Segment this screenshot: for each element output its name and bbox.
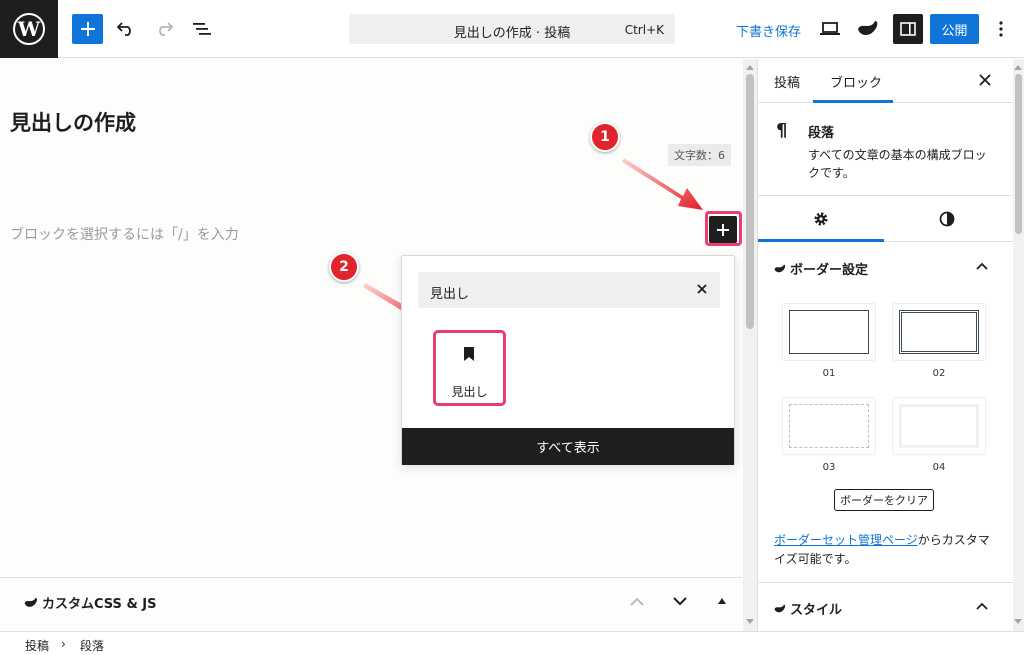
border-manage-link[interactable]: ボーダーセット管理ページ — [774, 533, 918, 547]
custom-css-js-panel: カスタムCSS & JS — [0, 577, 742, 630]
border-option-01[interactable] — [782, 303, 876, 361]
tab-post[interactable]: 投稿 — [774, 72, 800, 91]
breadcrumb-item-paragraph[interactable]: 段落 — [80, 637, 104, 654]
scroll-down-arrow-icon[interactable] — [1014, 619, 1022, 624]
border-option-04[interactable] — [892, 397, 986, 455]
close-icon — [697, 284, 707, 294]
gear-icon — [814, 212, 828, 226]
sidebar-icon — [900, 22, 916, 36]
clear-search-button[interactable] — [694, 281, 710, 301]
scroll-up-arrow-icon[interactable] — [1014, 65, 1022, 70]
chevron-down-icon — [673, 596, 687, 605]
breadcrumb-separator: › — [61, 637, 66, 651]
sidebar-tabs: 投稿 ブロック — [758, 59, 1013, 103]
quick-inserter-popover: 見出し 見出し すべて表示 — [401, 255, 735, 465]
breadcrumb-item-post[interactable]: 投稿 — [25, 637, 49, 654]
sidebar-scrollbar[interactable] — [1013, 59, 1024, 631]
close-icon — [979, 74, 991, 86]
block-description: すべての文章の基本の構成ブロックです。 — [808, 148, 987, 180]
active-tab-indicator — [813, 100, 893, 103]
tab-block[interactable]: ブロック — [830, 72, 882, 91]
save-draft-button[interactable]: 下書き保存 — [736, 21, 801, 40]
tab-styles[interactable] — [939, 211, 955, 231]
chevron-up-icon — [976, 259, 988, 274]
plugin-button[interactable] — [853, 14, 883, 44]
block-breadcrumb: 投稿 › 段落 — [0, 631, 1024, 655]
border-option-label: 03 — [822, 462, 836, 473]
style-panel-title: スタイル — [774, 599, 842, 618]
triangle-up-icon — [718, 598, 726, 604]
move-up-button[interactable] — [625, 589, 649, 613]
browse-all-button[interactable]: すべて表示 — [402, 428, 734, 465]
scroll-down-arrow-icon[interactable] — [746, 619, 754, 624]
publish-button[interactable]: 公開 — [930, 14, 979, 44]
settings-sidebar-toggle[interactable] — [893, 14, 923, 44]
border-settings-title-text: ボーダー設定 — [790, 263, 869, 278]
arrow-step1 — [622, 158, 703, 210]
move-down-button[interactable] — [668, 589, 692, 613]
block-search-input[interactable]: 見出し — [418, 272, 720, 308]
toggle-panel-button[interactable] — [710, 589, 734, 613]
style-panel-header[interactable]: スタイル — [758, 583, 1013, 631]
settings-sidebar: 投稿 ブロック ¶ 段落 すべての文章の基本の構成ブロックです。 ボーダー設定 … — [757, 59, 1013, 631]
meta-box-title[interactable]: カスタムCSS & JS — [24, 593, 157, 612]
heading-block-result[interactable]: 見出し — [433, 330, 506, 406]
sidebar-scroll-thumb[interactable] — [1015, 74, 1022, 234]
border-manage-note: ボーダーセット管理ページからカスタマイズ可能です。 — [774, 531, 999, 569]
style-panel-title-text: スタイル — [790, 603, 843, 618]
whale-logo-icon — [774, 604, 786, 612]
editor-scrollbar[interactable] — [743, 59, 757, 631]
scroll-up-arrow-icon[interactable] — [746, 65, 754, 70]
search-value: 見出し — [430, 287, 470, 302]
border-settings-title: ボーダー設定 — [774, 259, 868, 278]
result-label: 見出し — [451, 385, 488, 399]
step-badge-1: 1 — [590, 122, 620, 152]
border-option-03[interactable] — [782, 397, 876, 455]
whale-logo-icon — [774, 264, 786, 272]
clear-border-button[interactable]: ボーダーをクリア — [834, 489, 934, 511]
active-subtab-indicator — [758, 239, 884, 242]
close-sidebar-button[interactable] — [978, 71, 992, 92]
step-badge-2: 2 — [329, 252, 359, 282]
tab-settings[interactable] — [813, 211, 829, 231]
block-name: 段落 — [808, 126, 835, 141]
block-card: ¶ 段落 すべての文章の基本の構成ブロックです。 — [758, 104, 1013, 196]
whale-logo-icon — [24, 597, 37, 607]
bookmark-icon — [463, 347, 475, 365]
chevron-up-icon — [976, 599, 988, 614]
options-menu-button[interactable] — [986, 14, 1016, 44]
border-option-02[interactable] — [892, 303, 986, 361]
contrast-icon — [939, 211, 955, 227]
meta-box-title-text: カスタムCSS & JS — [42, 597, 157, 612]
border-settings-panel-header[interactable]: ボーダー設定 — [758, 243, 1013, 291]
more-vertical-icon — [999, 21, 1003, 37]
desktop-preview-icon — [820, 22, 840, 35]
border-option-label: 01 — [822, 368, 836, 379]
chevron-up-icon — [630, 597, 644, 606]
border-option-label: 04 — [932, 462, 946, 473]
block-inspector-tabs — [758, 197, 1013, 242]
border-option-label: 02 — [932, 368, 946, 379]
preview-button[interactable] — [815, 14, 845, 44]
paragraph-icon: ¶ — [776, 120, 788, 141]
editor-scroll-thumb[interactable] — [746, 74, 754, 329]
whale-logo-icon — [858, 21, 878, 36]
